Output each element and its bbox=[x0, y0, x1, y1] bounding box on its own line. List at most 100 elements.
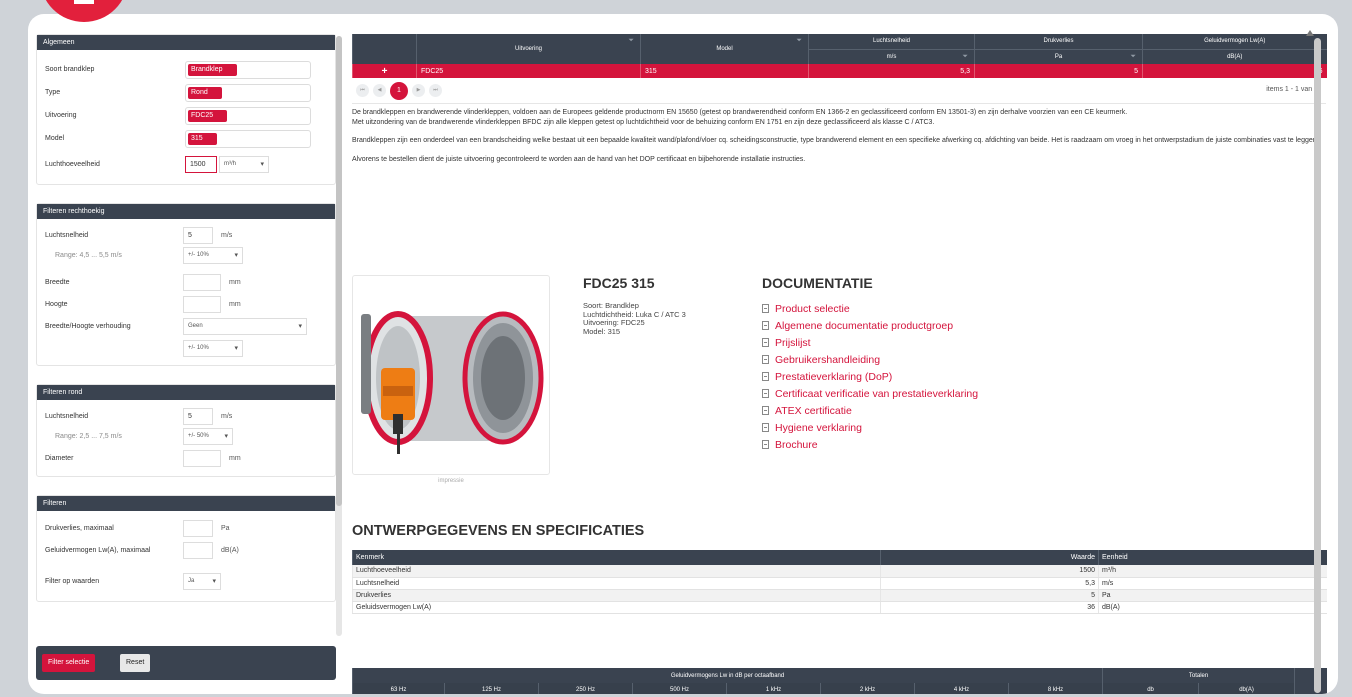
pressure-unit-header[interactable]: Pa bbox=[974, 48, 1143, 64]
documentation-list: Product selectie Algemene documentatie p… bbox=[762, 300, 978, 453]
doc-link[interactable]: Prijslijst bbox=[762, 334, 978, 351]
spec-value: 5,3 bbox=[880, 577, 1099, 590]
next-page-button[interactable]: ▶ bbox=[412, 84, 425, 97]
model-select[interactable]: 315 bbox=[185, 129, 311, 148]
type-select[interactable]: Rond bbox=[185, 83, 311, 102]
doc-link[interactable]: Product selectie bbox=[762, 300, 978, 317]
sidebar-scrollbar[interactable] bbox=[336, 36, 342, 636]
type-chip[interactable]: Rond bbox=[188, 86, 222, 99]
model-label: Model bbox=[45, 135, 65, 142]
diameter-input[interactable] bbox=[183, 449, 221, 467]
max-pressure-input[interactable] bbox=[183, 519, 213, 537]
rect-filter-header: Filteren rechthoekig bbox=[37, 204, 335, 219]
round-range-label: Range: 2,5 ... 7,5 m/s bbox=[55, 432, 122, 440]
results-grid: Uitvoering Model Luchtsnelheid Drukverli… bbox=[352, 34, 1327, 78]
doc-link[interactable]: Gebruikershandleiding bbox=[762, 351, 978, 368]
doc-link[interactable]: Brochure bbox=[762, 436, 978, 453]
band-8k-header: 8 kHz bbox=[1007, 683, 1103, 694]
round-filter-box: Filteren rond Luchtsnelheid 5 m/s Range:… bbox=[36, 384, 336, 477]
description-p3: Alvorens te bestellen dient de juiste ui… bbox=[352, 155, 806, 163]
band-500-header: 500 Hz bbox=[632, 683, 727, 694]
main-panel: Algemeen Soort brandklep Brandklep Type … bbox=[28, 14, 1338, 694]
rect-width-unit: mm bbox=[229, 278, 241, 286]
pdf-icon bbox=[762, 440, 769, 449]
damper-kind-select[interactable]: Brandklep bbox=[185, 60, 311, 79]
doc-link-label[interactable]: Certificaat verificatie van prestatiever… bbox=[775, 388, 978, 400]
round-tolerance-select[interactable]: +/- 50% bbox=[183, 427, 233, 445]
diameter-label: Diameter bbox=[45, 454, 74, 462]
doc-link-label[interactable]: Prijslijst bbox=[775, 337, 811, 349]
variant-select[interactable]: FDC25 bbox=[185, 106, 311, 125]
table-row: Luchtsnelheid 5,3 m/s bbox=[352, 577, 1327, 590]
spec-feature-header: Kenmerk bbox=[352, 550, 881, 565]
pdf-icon bbox=[762, 355, 769, 364]
spec-feature: Geluidsvermogen Lw(A) bbox=[352, 601, 881, 614]
rect-ratio-tolerance-select[interactable]: +/- 10% bbox=[183, 339, 243, 357]
sound-unit-header[interactable]: dB(A) bbox=[1142, 48, 1327, 64]
airflow-unit-select[interactable]: m³/h bbox=[219, 155, 269, 173]
page-scrollbar[interactable] bbox=[1314, 34, 1322, 693]
spec-feature: Luchtsnelheid bbox=[352, 577, 881, 590]
page-scroll-thumb[interactable] bbox=[1314, 38, 1321, 693]
rect-tolerance-select[interactable]: +/- 10% bbox=[183, 246, 243, 264]
doc-link-label[interactable]: Brochure bbox=[775, 439, 818, 451]
grid-pager: ⏮ ◀ 1 ▶ ⏭ items 1 - 1 van 1 bbox=[352, 78, 1326, 104]
page-1-button[interactable]: 1 bbox=[390, 81, 408, 100]
total-db-header: db bbox=[1102, 683, 1199, 694]
filter-on-values-select[interactable]: Ja bbox=[183, 572, 221, 590]
airflow-input[interactable]: 1500 bbox=[185, 155, 217, 173]
rect-height-input[interactable] bbox=[183, 295, 221, 313]
pager-items-info: items 1 - 1 van 1 bbox=[1266, 86, 1318, 93]
sidebar-scroll-thumb[interactable] bbox=[336, 36, 342, 506]
rect-speed-input[interactable]: 5 bbox=[183, 226, 213, 244]
doc-link[interactable]: ATEX certificatie bbox=[762, 402, 978, 419]
max-sound-unit: dB(A) bbox=[221, 546, 239, 554]
damper-kind-chip[interactable]: Brandklep bbox=[188, 63, 237, 76]
doc-link[interactable]: Hygiene verklaring bbox=[762, 419, 978, 436]
limits-filter-header: Filteren bbox=[37, 496, 335, 511]
filter-on-values-label: Filter op waarden bbox=[45, 577, 100, 585]
max-sound-input[interactable] bbox=[183, 541, 213, 559]
doc-link-label[interactable]: Prestatieverklaring (DoP) bbox=[775, 371, 892, 383]
spec-value: 1500 bbox=[880, 565, 1099, 578]
round-range-row: Range: 2,5 ... 7,5 m/s +/- 50% bbox=[45, 426, 327, 446]
cell-sound: 36 bbox=[1142, 64, 1327, 78]
filter-selection-button[interactable]: Filter selectie bbox=[42, 654, 96, 672]
rect-filter-box: Filteren rechthoekig Luchtsnelheid 5 m/s… bbox=[36, 203, 336, 366]
doc-link[interactable]: Certificaat verificatie van prestatiever… bbox=[762, 385, 978, 402]
doc-link-label[interactable]: Algemene documentatie productgroep bbox=[775, 320, 953, 332]
first-page-button[interactable]: ⏮ bbox=[356, 84, 369, 97]
rect-height-unit: mm bbox=[229, 300, 241, 308]
speed-unit-header[interactable]: m/s bbox=[808, 48, 975, 64]
doc-link[interactable]: Prestatieverklaring (DoP) bbox=[762, 368, 978, 385]
model-chip[interactable]: 315 bbox=[188, 132, 217, 145]
doc-link-label[interactable]: ATEX certificatie bbox=[775, 405, 852, 417]
reset-button[interactable]: Reset bbox=[120, 654, 151, 672]
table-row[interactable]: + FDC25 315 5,3 5 36 bbox=[352, 64, 1327, 78]
expand-row-button[interactable]: + bbox=[352, 64, 417, 78]
scroll-up-arrow-icon[interactable] bbox=[1306, 30, 1314, 36]
last-page-button[interactable]: ⏭ bbox=[429, 84, 442, 97]
variant-chip[interactable]: FDC25 bbox=[188, 109, 228, 122]
doc-link[interactable]: Algemene documentatie productgroep bbox=[762, 317, 978, 334]
type-row: Type Rond bbox=[45, 81, 327, 104]
description-p2: Brandkleppen zijn een onderdeel van een … bbox=[352, 137, 1319, 144]
round-speed-input[interactable]: 5 bbox=[183, 407, 213, 425]
doc-link-label[interactable]: Hygiene verklaring bbox=[775, 422, 862, 434]
limits-filter-box: Filteren Drukverlies, maximaal Pa Geluid… bbox=[36, 495, 336, 602]
table-row: Luchthoeveelheid 1500 m³/h bbox=[352, 565, 1327, 578]
max-pressure-unit: Pa bbox=[221, 524, 230, 532]
model-column-header[interactable]: Model bbox=[640, 34, 809, 64]
variant-column-header[interactable]: Uitvoering bbox=[416, 34, 641, 64]
variant-row: Uitvoering FDC25 bbox=[45, 104, 327, 127]
band-250-header: 250 Hz bbox=[538, 683, 633, 694]
spec-unit: m/s bbox=[1098, 577, 1327, 590]
product-title: FDC25 315 bbox=[583, 275, 655, 291]
damper-kind-row: Soort brandklep Brandklep bbox=[45, 58, 327, 81]
rect-ratio-select[interactable]: Geen bbox=[183, 317, 307, 335]
doc-link-label[interactable]: Gebruikershandleiding bbox=[775, 354, 880, 366]
sound-group-header: Geluidvermogen Lw(A) bbox=[1142, 34, 1327, 49]
doc-link-label[interactable]: Product selectie bbox=[775, 303, 850, 315]
prev-page-button[interactable]: ◀ bbox=[373, 84, 386, 97]
rect-width-input[interactable] bbox=[183, 273, 221, 291]
